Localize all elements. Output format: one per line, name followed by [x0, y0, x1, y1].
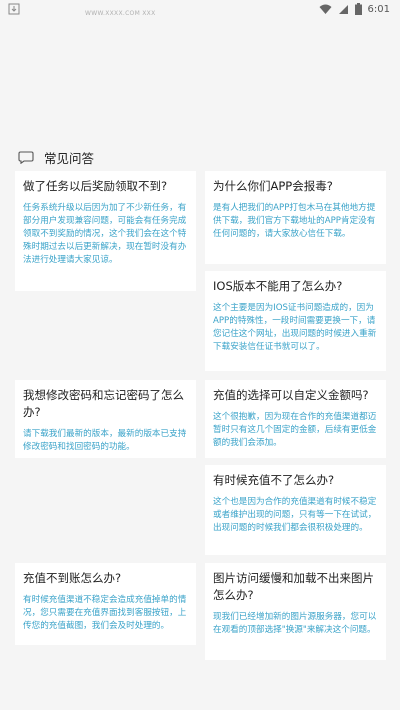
status-bar: 6:01: [0, 0, 400, 18]
faq-answer: 这个也是因为合作的充值渠道有时候不稳定或者维护出现的问题，只有等一下在试试，出现…: [213, 497, 377, 533]
faq-answer: 任务系统升级以后因为加了不少新任务，有部分用户发现兼容问题，可能会有任务完成领取…: [23, 203, 187, 265]
notification-download-icon: [8, 3, 20, 15]
faq-answer: 请下载我们最新的版本，最新的版本已支持修改密码和找回密码的功能。: [23, 429, 187, 452]
faq-answer: 有时候充值渠道不稳定会造成充值掉单的情况，您只需要在充值界面找到客服按钮，上传您…: [23, 595, 187, 631]
faq-question: 为什么你们APP会报毒?: [213, 179, 333, 193]
faq-card-recharge-failed[interactable]: 有时候充值不了怎么办? 这个也是因为合作的充值渠道有时候不稳定或者维护出现的问题…: [205, 465, 386, 555]
status-time: 6:01: [367, 3, 390, 15]
faq-question: 有时候充值不了怎么办?: [213, 473, 335, 487]
signal-icon: [338, 4, 348, 14]
faq-card-custom-amount[interactable]: 充值的选择可以自定义金额吗? 这个很抱歉，因为现在合作的充值渠道都迈暂时只有这几…: [205, 380, 386, 458]
faq-question: 我想修改密码和忘记密码了怎么办?: [23, 388, 184, 419]
faq-question: 充值不到账怎么办?: [23, 571, 122, 585]
faq-answer: 这个很抱歉，因为现在合作的充值渠道都迈暂时只有这几个固定的金额，后续有更低金额的…: [213, 412, 377, 448]
faq-card-virus-warning[interactable]: 为什么你们APP会报毒? 是有人把我们的APP打包木马在其他地方提供下载，我们官…: [205, 171, 386, 264]
chat-bubble-icon: [18, 151, 34, 164]
battery-icon: [354, 3, 362, 15]
faq-card-password[interactable]: 我想修改密码和忘记密码了怎么办? 请下载我们最新的版本，最新的版本已支持修改密码…: [15, 380, 196, 458]
faq-question: 做了任务以后奖励领取不到?: [23, 179, 168, 193]
faq-card-task-reward[interactable]: 做了任务以后奖励领取不到? 任务系统升级以后因为加了不少新任务，有部分用户发现兼…: [15, 171, 196, 291]
faq-question: 充值的选择可以自定义金额吗?: [213, 388, 369, 402]
faq-card-recharge-not-received[interactable]: 充值不到账怎么办? 有时候充值渠道不稳定会造成充值掉单的情况，您只需要在充值界面…: [15, 563, 196, 645]
section-title: 常见问答: [44, 151, 95, 166]
faq-answer: 现我们已经增加新的图片源服务器，您可以在观看的顶部选择"换源"来解决这个问题。: [213, 612, 377, 635]
faq-question: 图片访问缓慢和加载不出来图片怎么办?: [213, 571, 374, 602]
wifi-icon: [319, 4, 332, 14]
faq-answer: 这个主要是因为IOS证书问题造成的，因为APP的特殊性，一段时间需要更换一下，请…: [213, 303, 377, 352]
faint-url-text: WWW.XXXX.COM XXX: [85, 10, 156, 17]
faq-section-header: 常见问答: [18, 148, 94, 167]
faq-card-ios-version[interactable]: IOS版本不能用了怎么办? 这个主要是因为IOS证书问题造成的，因为APP的特殊…: [205, 271, 386, 371]
faq-answer: 是有人把我们的APP打包木马在其他地方提供下载，我们官方下载地址的APP肯定没有…: [213, 203, 376, 239]
faq-card-image-loading[interactable]: 图片访问缓慢和加载不出来图片怎么办? 现我们已经增加新的图片源服务器，您可以在观…: [205, 563, 386, 660]
faq-question: IOS版本不能用了怎么办?: [213, 279, 343, 293]
